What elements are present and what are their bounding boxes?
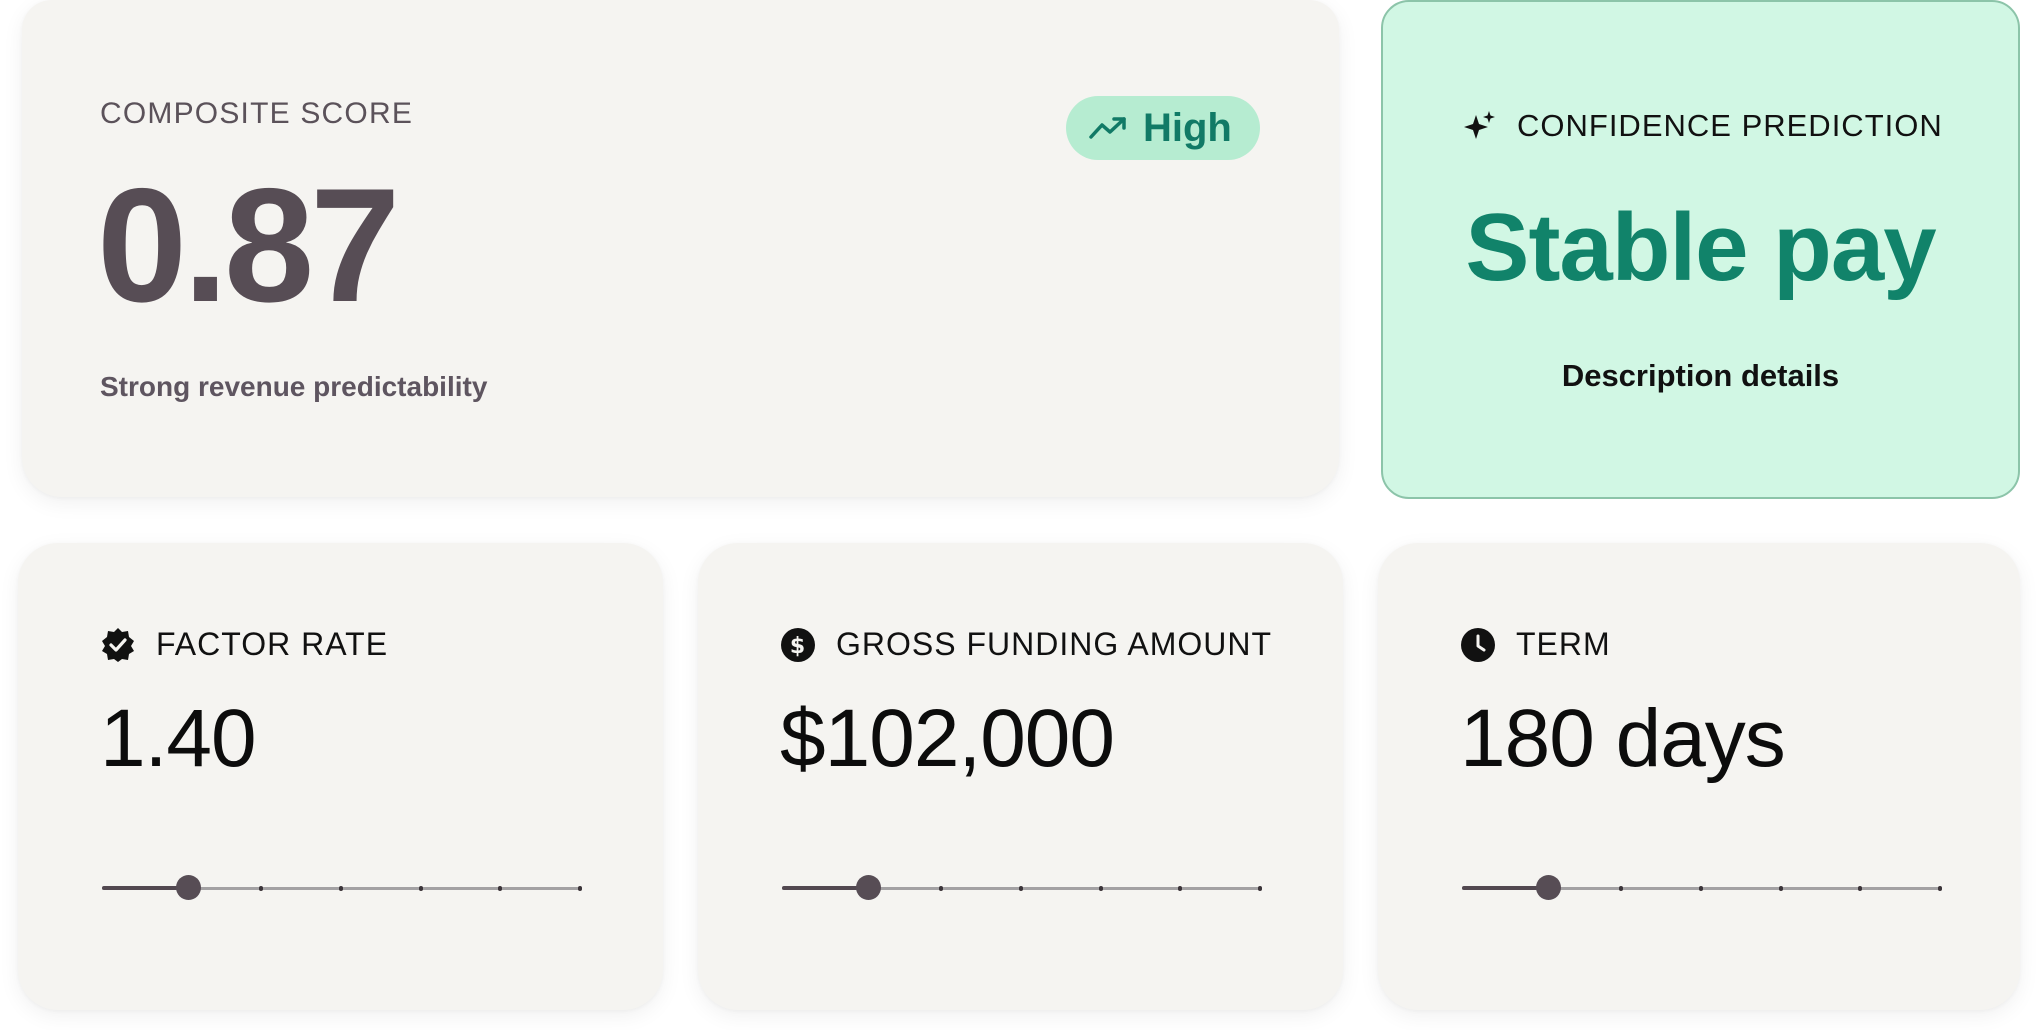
factor-rate-slider[interactable]: [102, 873, 582, 903]
slider-tick: [259, 886, 264, 891]
slider-tick: [498, 886, 503, 891]
composite-score-label: COMPOSITE SCORE: [100, 97, 414, 130]
confidence-label: CONFIDENCE PREDICTION: [1517, 108, 1943, 143]
confidence-description: Description details: [1561, 358, 1840, 393]
slider-tick: [1019, 886, 1023, 891]
slider-tick: [939, 886, 944, 891]
confidence-prediction-card: CONFIDENCE PREDICTION Stable pay Descrip…: [1381, 0, 2020, 499]
slider-tick: [1178, 886, 1183, 891]
slider-tick: [1858, 886, 1863, 891]
dollar-circle-icon: $: [781, 627, 815, 662]
slider-tick: [339, 886, 343, 891]
slider-thumb[interactable]: [856, 875, 882, 900]
slider-tick: [1098, 886, 1103, 891]
slider-tick: [1778, 886, 1783, 891]
gross-funding-header: $ GROSS FUNDING AMOUNT: [780, 626, 1272, 663]
gross-funding-label: GROSS FUNDING AMOUNT: [836, 626, 1273, 662]
term-card: TERM 180 days: [1378, 543, 2020, 1010]
slider-tick: [1699, 886, 1703, 891]
confidence-header: CONFIDENCE PREDICTION: [1463, 108, 1943, 144]
term-value: 180 days: [1460, 693, 1786, 784]
gross-funding-value: $102,000: [780, 693, 1115, 784]
slider-thumb[interactable]: [1536, 875, 1562, 900]
badge-label: High: [1143, 105, 1232, 150]
factor-rate-header: FACTOR RATE: [100, 626, 388, 663]
slider-tick: [1619, 886, 1624, 891]
slider-tick: [1938, 886, 1942, 891]
term-header: TERM: [1460, 626, 1611, 663]
factor-rate-value: 1.40: [100, 693, 257, 784]
slider-tick: [418, 886, 423, 891]
term-slider[interactable]: [1462, 873, 1942, 903]
composite-score-card: COMPOSITE SCORE High 0.87 Strong revenue…: [22, 0, 1339, 497]
slider-thumb[interactable]: [176, 875, 202, 900]
verified-badge-icon: [102, 627, 134, 662]
slider-tick: [578, 886, 582, 891]
factor-rate-card: FACTOR RATE 1.40: [18, 543, 663, 1010]
trending-up-icon: [1089, 117, 1126, 139]
gross-funding-card: $ GROSS FUNDING AMOUNT $102,000: [698, 543, 1343, 1010]
composite-score-value: 0.87: [97, 155, 400, 336]
confidence-prediction-value: Stable pay: [1465, 194, 1936, 301]
slider-tick: [1258, 886, 1262, 891]
composite-score-subtitle: Strong revenue predictability: [100, 371, 488, 402]
sparkles-icon: [1464, 111, 1495, 139]
factor-rate-label: FACTOR RATE: [156, 626, 389, 662]
high-badge: High: [1066, 96, 1260, 160]
gross-funding-slider[interactable]: [782, 873, 1262, 903]
clock-icon: [1461, 627, 1495, 662]
svg-text:$: $: [790, 634, 806, 659]
term-label: TERM: [1516, 626, 1611, 662]
